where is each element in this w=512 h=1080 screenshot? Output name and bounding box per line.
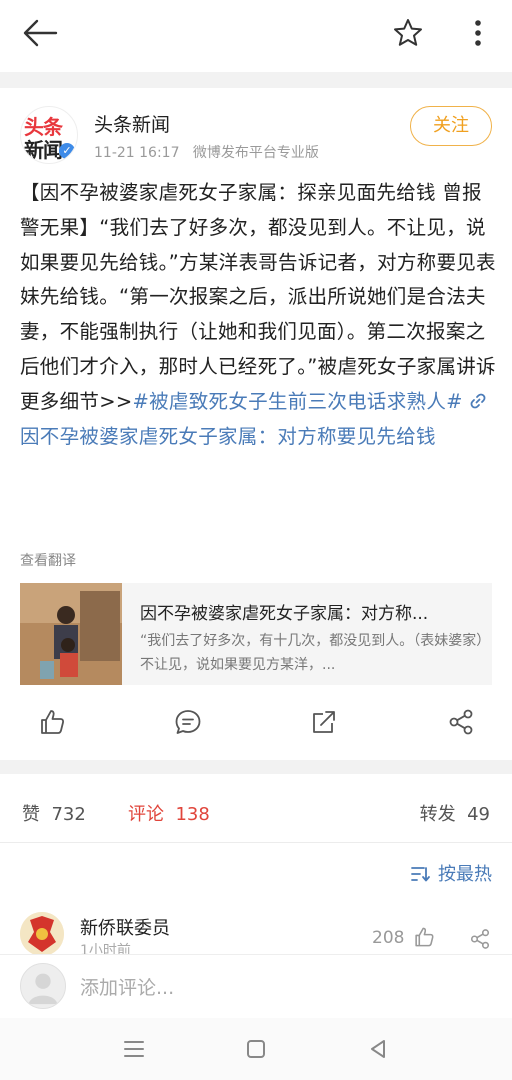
share-icon[interactable] (469, 928, 491, 950)
repost-label: 转发 (419, 804, 456, 825)
system-nav-bar (0, 1018, 512, 1080)
more-vertical-icon[interactable] (466, 17, 490, 49)
user-avatar[interactable] (20, 963, 66, 1009)
comment-input-bar: 添加评论... (0, 954, 512, 1018)
section-divider (0, 72, 512, 88)
comment-count: 138 (175, 804, 210, 825)
link-icon (470, 393, 486, 409)
stats-row: 赞 732 评论 138 转发 49 (0, 790, 512, 832)
author-avatar[interactable]: 头条 新闻 ✓ (20, 106, 78, 164)
comment-tab[interactable]: 评论 138 (128, 800, 210, 826)
post-header: 头条 新闻 ✓ 头条新闻 11-21 16:17 微博发布平台专业版 关注 (0, 96, 512, 166)
hashtag-link[interactable]: #被虐致死女子生前三次电话求熟人# (132, 390, 462, 413)
section-divider (0, 760, 512, 774)
article-card[interactable]: 因不孕被婆家虐死女子家属：对方称... “我们去了好多次，有十几次，都没见到人。… (20, 583, 492, 685)
sort-icon (411, 867, 430, 882)
follow-button[interactable]: 关注 (410, 106, 492, 146)
post-body: 【因不孕被婆家虐死女子家属：探亲见面先给钱 曾报警无果】“我们去了好多次，都没见… (20, 181, 496, 413)
menu-icon[interactable] (122, 1038, 146, 1060)
like-icon[interactable] (38, 708, 66, 736)
comment-like-count: 208 (372, 928, 405, 948)
post-time: 11-21 16:17 (94, 145, 180, 161)
like-label: 赞 (22, 804, 40, 825)
author-name[interactable]: 头条新闻 (94, 110, 170, 137)
sort-button[interactable]: 按最热 (410, 860, 492, 886)
repost-count: 49 (467, 804, 490, 825)
commenter-avatar[interactable] (20, 912, 64, 954)
logo-text-bottom: 新闻 (24, 138, 63, 162)
back-arrow-icon[interactable] (22, 18, 58, 48)
article-link-label: 因不孕被婆家虐死女子家属：对方称要见先给钱 (20, 424, 436, 448)
home-square-icon[interactable] (244, 1038, 268, 1060)
sort-label: 按最热 (438, 864, 492, 885)
post-text: 【因不孕被婆家虐死女子家属：探亲见面先给钱 曾报警无果】“我们去了好多次，都没见… (20, 176, 500, 454)
like-tab[interactable]: 赞 732 (22, 800, 86, 826)
post-source: 微博发布平台专业版 (192, 145, 319, 161)
comment-time: 1小时前 (80, 943, 131, 954)
verified-badge-icon: ✓ (59, 143, 75, 159)
comment-input[interactable]: 添加评论... (80, 973, 174, 1000)
translate-link[interactable]: 查看翻译 (20, 550, 76, 570)
article-description: “我们去了好多次，有十几次，都没见到人。（表妹婆家）不让见，说如果要见方某洋，.… (140, 633, 484, 673)
top-bar (0, 0, 512, 72)
share-icon[interactable] (447, 708, 475, 736)
like-count: 732 (51, 804, 86, 825)
back-triangle-icon[interactable] (366, 1038, 390, 1060)
repost-icon[interactable] (310, 708, 338, 736)
article-title: 因不孕被婆家虐死女子家属：对方称... (140, 604, 429, 624)
comment-label: 评论 (128, 804, 164, 825)
divider (0, 842, 512, 843)
commenter-name[interactable]: 新侨联委员 (80, 914, 170, 940)
star-icon[interactable] (392, 17, 424, 49)
comment-icon[interactable] (174, 708, 202, 736)
post-actions (0, 700, 512, 744)
article-thumbnail (20, 583, 122, 685)
post-meta: 11-21 16:17 微博发布平台专业版 (94, 142, 319, 162)
repost-tab[interactable]: 转发 49 (420, 800, 490, 826)
like-icon[interactable] (413, 926, 435, 948)
comment-item[interactable]: 新侨联委员 1小时前 208 (0, 904, 512, 954)
